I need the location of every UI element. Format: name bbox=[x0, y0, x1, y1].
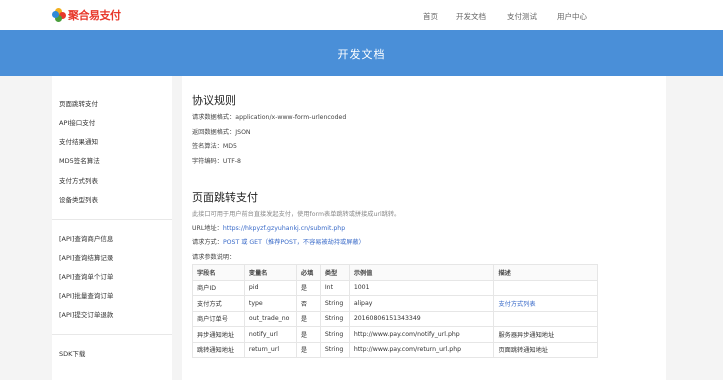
table-row: 商户订单号 out_trade_no 是 String 201608061513… bbox=[192, 310, 598, 327]
main-content: 协议规则 请求数据格式：application/x-www-form-urlen… bbox=[182, 76, 666, 380]
method-line: 请求方式：POST 或 GET（推荐POST，不容易被劫持或屏蔽） bbox=[192, 237, 365, 246]
sidebar-divider bbox=[52, 334, 172, 335]
sidebar-item-redirect-pay[interactable]: 页面跳转支付 bbox=[59, 98, 98, 108]
top-navbar: 聚合易支付 首页 开发文档 支付测试 用户中心 bbox=[0, 0, 723, 30]
table-header: 变量名 bbox=[243, 264, 297, 281]
table-row: 支付方式 type 否 String alipay 支付方式列表 bbox=[192, 295, 598, 312]
table-cell: 商户订单号 bbox=[192, 310, 245, 327]
sidebar-item-pay-notify[interactable]: 支付结果通知 bbox=[59, 136, 98, 146]
pay-methods-link[interactable]: 支付方式列表 bbox=[493, 295, 598, 312]
charset: 字符编码：UTF-8 bbox=[192, 158, 241, 165]
table-cell: notify_url bbox=[243, 326, 297, 343]
page-title: 开发文档 bbox=[337, 48, 386, 61]
table-cell bbox=[493, 279, 598, 296]
sidebar-item-device-types[interactable]: 设备类型列表 bbox=[59, 194, 98, 204]
url-label: URL地址： bbox=[192, 225, 223, 232]
table-header-row: 字段名 变量名 必填 类型 示例值 描述 bbox=[192, 264, 598, 281]
table-header: 描述 bbox=[493, 264, 598, 281]
table-cell: Int bbox=[319, 279, 350, 296]
table-cell: 页面跳转通知地址 bbox=[493, 341, 598, 358]
sidebar-item-query-settlement[interactable]: [API]查询结算记录 bbox=[59, 252, 113, 262]
nav-user-center[interactable]: 用户中心 bbox=[557, 11, 587, 22]
table-cell: 异步通知地址 bbox=[192, 326, 245, 343]
nav-home[interactable]: 首页 bbox=[423, 11, 438, 22]
table-header: 示例值 bbox=[348, 264, 495, 281]
sidebar-item-query-merchant[interactable]: [API]查询商户信息 bbox=[59, 233, 113, 243]
table-cell: 是 bbox=[295, 310, 321, 327]
sidebar-item-api-pay[interactable]: API接口支付 bbox=[59, 117, 95, 127]
method-label: 请求方式： bbox=[192, 239, 223, 246]
table-cell: http://www.pay.com/notify_url.php bbox=[348, 326, 495, 343]
sidebar-divider bbox=[52, 219, 172, 220]
table-cell: 是 bbox=[295, 341, 321, 358]
table-cell: 服务器异步通知地址 bbox=[493, 326, 598, 343]
table-cell: 支付方式 bbox=[192, 295, 245, 312]
table-cell: out_trade_no bbox=[243, 310, 297, 327]
nav-docs[interactable]: 开发文档 bbox=[456, 11, 486, 22]
url-line: URL地址：https://hkpyzf.gzyuhankj.cn/submit… bbox=[192, 223, 345, 232]
sidebar: 页面跳转支付 API接口支付 支付结果通知 MD5签名算法 支付方式列表 设备类… bbox=[52, 76, 172, 380]
table-cell bbox=[493, 310, 598, 327]
table-cell: 商户ID bbox=[192, 279, 245, 296]
sidebar-item-md5-sign[interactable]: MD5签名算法 bbox=[59, 155, 100, 165]
table-header: 类型 bbox=[319, 264, 350, 281]
redirect-pay-heading: 页面跳转支付 bbox=[192, 191, 258, 204]
protocol-heading: 协议规则 bbox=[192, 94, 236, 107]
submit-url-link[interactable]: https://hkpyzf.gzyuhankj.cn/submit.php bbox=[223, 225, 345, 232]
table-cell: alipay bbox=[348, 295, 495, 312]
table-cell: return_url bbox=[243, 341, 297, 358]
table-cell: 跳转通知地址 bbox=[192, 341, 245, 358]
params-label: 请求参数说明： bbox=[192, 254, 236, 261]
table-cell: type bbox=[243, 295, 297, 312]
request-format: 请求数据格式：application/x-www-form-urlencoded bbox=[192, 114, 347, 121]
sidebar-item-pay-methods[interactable]: 支付方式列表 bbox=[59, 175, 98, 185]
table-row: 商户ID pid 是 Int 1001 bbox=[192, 279, 598, 296]
table-row: 异步通知地址 notify_url 是 String http://www.pa… bbox=[192, 326, 598, 343]
sidebar-item-batch-query[interactable]: [API]批量查询订单 bbox=[59, 290, 113, 300]
redirect-pay-description: 此接口可用于用户前台直接发起支付，使用form表单跳转或拼接成url跳转。 bbox=[192, 211, 401, 218]
table-cell: 是 bbox=[295, 326, 321, 343]
table-cell: String bbox=[319, 295, 350, 312]
table-cell: String bbox=[319, 310, 350, 327]
table-row: 跳转通知地址 return_url 是 String http://www.pa… bbox=[192, 341, 598, 358]
table-cell: pid bbox=[243, 279, 297, 296]
sidebar-item-refund[interactable]: [API]提交订单退款 bbox=[59, 309, 113, 319]
table-header: 必填 bbox=[295, 264, 321, 281]
hero-banner: 开发文档 bbox=[0, 30, 723, 76]
table-cell: http://www.pay.com/return_url.php bbox=[348, 341, 495, 358]
table-cell: 20160806151343349 bbox=[348, 310, 495, 327]
params-table: 字段名 变量名 必填 类型 示例值 描述 商户ID pid 是 Int 1001… bbox=[192, 264, 598, 358]
table-cell: 1001 bbox=[348, 279, 495, 296]
table-cell: String bbox=[319, 341, 350, 358]
table-cell: 否 bbox=[295, 295, 321, 312]
table-cell: 是 bbox=[295, 279, 321, 296]
nav-pay-test[interactable]: 支付测试 bbox=[507, 11, 537, 22]
sidebar-item-query-order[interactable]: [API]查询单个订单 bbox=[59, 271, 113, 281]
table-header: 字段名 bbox=[192, 264, 245, 281]
response-format: 返回数据格式：JSON bbox=[192, 129, 251, 136]
method-value: POST 或 GET（推荐POST，不容易被劫持或屏蔽） bbox=[222, 239, 365, 246]
sidebar-item-sdk-download[interactable]: SDK下载 bbox=[59, 348, 85, 358]
table-cell: String bbox=[319, 326, 350, 343]
sign-algorithm: 签名算法：MD5 bbox=[192, 143, 237, 150]
